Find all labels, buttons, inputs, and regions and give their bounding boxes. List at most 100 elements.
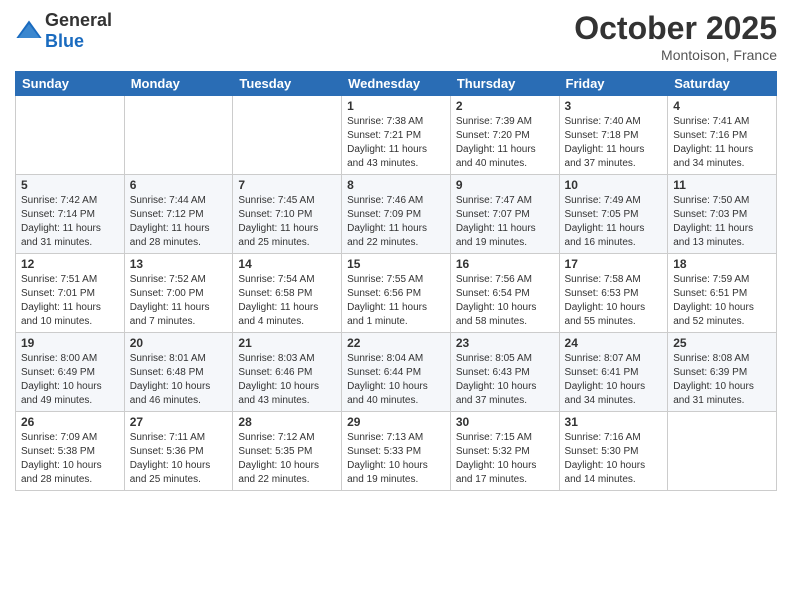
day-number: 3 <box>565 99 663 113</box>
day-number: 12 <box>21 257 119 271</box>
day-cell: 3 Sunrise: 7:40 AMSunset: 7:18 PMDaylight… <box>559 96 668 175</box>
day-cell: 5 Sunrise: 7:42 AMSunset: 7:14 PMDaylight… <box>16 175 125 254</box>
day-info: Sunrise: 7:50 AMSunset: 7:03 PMDaylight:… <box>673 194 771 250</box>
day-info: Sunrise: 7:15 AMSunset: 5:32 PMDaylight:… <box>456 431 554 487</box>
day-cell: 10 Sunrise: 7:49 AMSunset: 7:05 PMDayligh… <box>559 175 668 254</box>
day-cell: 7 Sunrise: 7:45 AMSunset: 7:10 PMDaylight… <box>233 175 342 254</box>
week-row-3: 12 Sunrise: 7:51 AMSunset: 7:01 PMDayligh… <box>16 254 777 333</box>
day-cell: 27 Sunrise: 7:11 AMSunset: 5:36 PMDayligh… <box>124 412 233 491</box>
day-cell: 8 Sunrise: 7:46 AMSunset: 7:09 PMDaylight… <box>342 175 451 254</box>
day-number: 17 <box>565 257 663 271</box>
weekday-saturday: Saturday <box>668 72 777 96</box>
day-cell: 2Sunrise: 7:39 AMSunset: 7:20 PMDaylight… <box>450 96 559 175</box>
day-number: 20 <box>130 336 228 350</box>
day-info: Sunrise: 7:54 AMSunset: 6:58 PMDaylight:… <box>238 273 336 329</box>
day-cell: 22Sunrise: 8:04 AMSunset: 6:44 PMDayligh… <box>342 333 451 412</box>
day-cell: 15Sunrise: 7:55 AMSunset: 6:56 PMDayligh… <box>342 254 451 333</box>
day-number: 19 <box>21 336 119 350</box>
day-cell: 11Sunrise: 7:50 AMSunset: 7:03 PMDayligh… <box>668 175 777 254</box>
day-info: Sunrise: 7:58 AMSunset: 6:53 PMDaylight:… <box>565 273 663 329</box>
day-cell <box>233 96 342 175</box>
day-info: Sunrise: 7:59 AMSunset: 6:51 PMDaylight:… <box>673 273 771 329</box>
day-number: 7 <box>238 178 336 192</box>
day-number: 5 <box>21 178 119 192</box>
day-number: 4 <box>673 99 771 113</box>
day-info: Sunrise: 7:09 AMSunset: 5:38 PMDaylight:… <box>21 431 119 487</box>
day-info: Sunrise: 7:39 AMSunset: 7:20 PMDaylight:… <box>456 115 554 171</box>
day-cell: 31 Sunrise: 7:16 AMSunset: 5:30 PMDayligh… <box>559 412 668 491</box>
day-info: Sunrise: 8:00 AMSunset: 6:49 PMDaylight:… <box>21 352 119 408</box>
day-info: Sunrise: 7:52 AMSunset: 7:00 PMDaylight:… <box>130 273 228 329</box>
title-section: October 2025 Montoison, France <box>574 10 777 63</box>
day-number: 21 <box>238 336 336 350</box>
day-info: Sunrise: 7:47 AMSunset: 7:07 PMDaylight:… <box>456 194 554 250</box>
weekday-header-row: SundayMondayTuesdayWednesdayThursdayFrid… <box>16 72 777 96</box>
day-number: 18 <box>673 257 771 271</box>
weekday-friday: Friday <box>559 72 668 96</box>
day-info: Sunrise: 8:03 AMSunset: 6:46 PMDaylight:… <box>238 352 336 408</box>
day-number: 15 <box>347 257 445 271</box>
day-info: Sunrise: 7:46 AMSunset: 7:09 PMDaylight:… <box>347 194 445 250</box>
day-cell: 18 Sunrise: 7:59 AMSunset: 6:51 PMDayligh… <box>668 254 777 333</box>
day-cell: 1Sunrise: 7:38 AMSunset: 7:21 PMDaylight… <box>342 96 451 175</box>
day-cell: 29 Sunrise: 7:13 AMSunset: 5:33 PMDayligh… <box>342 412 451 491</box>
day-info: Sunrise: 7:45 AMSunset: 7:10 PMDaylight:… <box>238 194 336 250</box>
day-number: 1 <box>347 99 445 113</box>
logo: General Blue <box>15 10 112 52</box>
day-info: Sunrise: 7:44 AMSunset: 7:12 PMDaylight:… <box>130 194 228 250</box>
day-cell: 4 Sunrise: 7:41 AMSunset: 7:16 PMDaylight… <box>668 96 777 175</box>
header: General Blue October 2025 Montoison, Fra… <box>15 10 777 63</box>
day-number: 9 <box>456 178 554 192</box>
day-cell: 17 Sunrise: 7:58 AMSunset: 6:53 PMDayligh… <box>559 254 668 333</box>
day-info: Sunrise: 8:05 AMSunset: 6:43 PMDaylight:… <box>456 352 554 408</box>
location: Montoison, France <box>574 47 777 63</box>
week-row-5: 26Sunrise: 7:09 AMSunset: 5:38 PMDayligh… <box>16 412 777 491</box>
weekday-monday: Monday <box>124 72 233 96</box>
day-info: Sunrise: 7:42 AMSunset: 7:14 PMDaylight:… <box>21 194 119 250</box>
day-cell: 16Sunrise: 7:56 AMSunset: 6:54 PMDayligh… <box>450 254 559 333</box>
day-info: Sunrise: 7:16 AMSunset: 5:30 PMDaylight:… <box>565 431 663 487</box>
day-info: Sunrise: 7:49 AMSunset: 7:05 PMDaylight:… <box>565 194 663 250</box>
day-number: 10 <box>565 178 663 192</box>
day-number: 23 <box>456 336 554 350</box>
day-number: 16 <box>456 257 554 271</box>
day-cell: 6Sunrise: 7:44 AMSunset: 7:12 PMDaylight… <box>124 175 233 254</box>
day-cell: 25Sunrise: 8:08 AMSunset: 6:39 PMDayligh… <box>668 333 777 412</box>
day-cell: 23 Sunrise: 8:05 AMSunset: 6:43 PMDayligh… <box>450 333 559 412</box>
weekday-wednesday: Wednesday <box>342 72 451 96</box>
day-cell: 13 Sunrise: 7:52 AMSunset: 7:00 PMDayligh… <box>124 254 233 333</box>
day-cell: 26Sunrise: 7:09 AMSunset: 5:38 PMDayligh… <box>16 412 125 491</box>
day-cell: 12 Sunrise: 7:51 AMSunset: 7:01 PMDayligh… <box>16 254 125 333</box>
logo-general: General <box>45 10 112 30</box>
day-number: 13 <box>130 257 228 271</box>
week-row-1: 1Sunrise: 7:38 AMSunset: 7:21 PMDaylight… <box>16 96 777 175</box>
day-info: Sunrise: 7:51 AMSunset: 7:01 PMDaylight:… <box>21 273 119 329</box>
day-number: 27 <box>130 415 228 429</box>
day-cell <box>124 96 233 175</box>
day-number: 14 <box>238 257 336 271</box>
logo-blue: Blue <box>45 31 84 51</box>
month-title: October 2025 <box>574 10 777 47</box>
day-number: 31 <box>565 415 663 429</box>
day-info: Sunrise: 8:01 AMSunset: 6:48 PMDaylight:… <box>130 352 228 408</box>
day-info: Sunrise: 7:41 AMSunset: 7:16 PMDaylight:… <box>673 115 771 171</box>
day-info: Sunrise: 7:13 AMSunset: 5:33 PMDaylight:… <box>347 431 445 487</box>
weekday-tuesday: Tuesday <box>233 72 342 96</box>
page-container: General Blue October 2025 Montoison, Fra… <box>0 0 792 501</box>
day-cell: 28 Sunrise: 7:12 AMSunset: 5:35 PMDayligh… <box>233 412 342 491</box>
day-number: 8 <box>347 178 445 192</box>
day-cell: 9 Sunrise: 7:47 AMSunset: 7:07 PMDaylight… <box>450 175 559 254</box>
day-number: 28 <box>238 415 336 429</box>
day-info: Sunrise: 8:08 AMSunset: 6:39 PMDaylight:… <box>673 352 771 408</box>
calendar: SundayMondayTuesdayWednesdayThursdayFrid… <box>15 71 777 491</box>
day-info: Sunrise: 7:11 AMSunset: 5:36 PMDaylight:… <box>130 431 228 487</box>
day-number: 29 <box>347 415 445 429</box>
day-info: Sunrise: 7:40 AMSunset: 7:18 PMDaylight:… <box>565 115 663 171</box>
day-cell: 30 Sunrise: 7:15 AMSunset: 5:32 PMDayligh… <box>450 412 559 491</box>
day-cell <box>16 96 125 175</box>
day-info: Sunrise: 8:07 AMSunset: 6:41 PMDaylight:… <box>565 352 663 408</box>
day-cell: 21 Sunrise: 8:03 AMSunset: 6:46 PMDayligh… <box>233 333 342 412</box>
day-number: 24 <box>565 336 663 350</box>
day-number: 30 <box>456 415 554 429</box>
day-info: Sunrise: 7:12 AMSunset: 5:35 PMDaylight:… <box>238 431 336 487</box>
